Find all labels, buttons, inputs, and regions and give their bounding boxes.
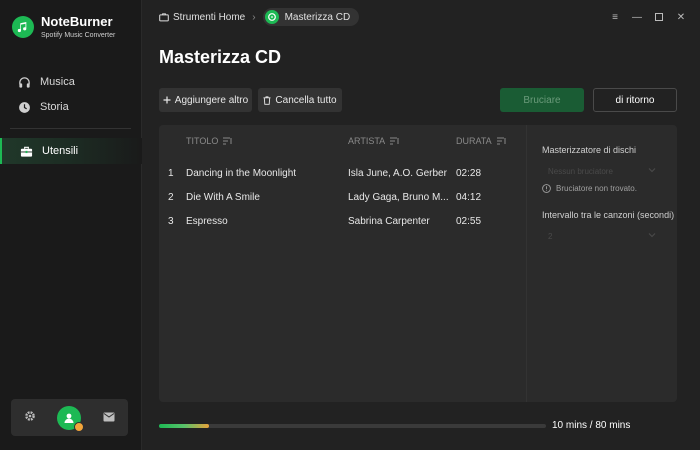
chevron-down-icon [648,166,656,174]
table-row[interactable]: 3 Espresso Sabrina Carpenter 02:55 [159,210,526,234]
track-table: TITOLO ARTISTA DURATA 1 Dancing in the M… [159,125,526,402]
column-title-label: TITOLO [186,136,219,146]
brand-name: NoteBurner [41,14,113,29]
window-controls: ≡ — ✕ [604,9,692,25]
sidebar-item-label: Utensili [42,145,79,157]
row-duration: 02:55 [456,216,482,227]
table-row[interactable]: 1 Dancing in the Moonlight Isla June, A.… [159,162,526,186]
gear-icon [24,409,36,427]
burner-label: Masterizzatore di dischi [542,145,637,155]
sidebar-divider [10,128,131,129]
sidebar-item-storia[interactable]: Storia [0,95,142,119]
capacity-progress-bar [159,424,546,428]
capacity-progress-fill [159,424,210,428]
brand-subtitle: Spotify Music Converter [41,32,116,39]
clock-icon [17,100,31,114]
breadcrumb-current: Masterizza CD [262,8,360,26]
row-duration: 02:28 [456,168,482,179]
track-panel: TITOLO ARTISTA DURATA 1 Dancing in the M… [159,125,677,402]
plus-icon [163,96,171,104]
sidebar-nav: Musica Storia [0,70,142,120]
sidebar-item-label: Storia [40,101,69,113]
noteburner-logo-icon [12,15,34,38]
sidebar-item-musica[interactable]: Musica [0,70,142,94]
row-index: 2 [168,192,174,203]
row-duration: 04:12 [456,192,482,203]
burner-select-value: Nessun bruciatore [548,166,613,176]
toolbox-icon [159,12,169,22]
column-artist-label: ARTISTA [348,136,386,146]
sidebar: NoteBurner Spotify Music Converter Music… [0,0,142,450]
clear-all-label: Cancella tutto [275,94,337,106]
toolbox-icon [19,144,33,158]
row-title: Dancing in the Moonlight [186,168,297,179]
row-index: 1 [168,168,174,179]
breadcrumb-parent[interactable]: Strumenti Home [173,12,245,23]
column-header-artist[interactable]: ARTISTA [348,136,399,146]
breadcrumb-current-label: Masterizza CD [284,11,351,23]
burn-settings: Masterizzatore di dischi Nessun bruciato… [527,125,677,402]
mail-icon [103,409,115,427]
burn-button[interactable]: Bruciare [500,88,584,112]
row-index: 3 [168,216,174,227]
sidebar-item-label: Musica [40,76,75,88]
headphones-icon [17,75,31,89]
badge-icon [74,421,85,432]
gap-select-value: 2 [548,231,553,241]
sort-icon [223,137,232,145]
sidebar-item-utensili[interactable]: Utensili [0,138,142,164]
breadcrumb: Strumenti Home › Masterizza CD [159,8,360,26]
gap-label: Intervallo tra le canzoni (secondi) [542,210,675,220]
maximize-icon[interactable] [648,9,670,25]
sidebar-bottom-bar [11,399,128,436]
capacity-progress-text: 10 mins / 80 mins [552,420,631,431]
trash-icon [263,95,271,105]
row-title: Espresso [186,216,228,227]
chevron-right-icon: › [252,11,256,23]
top-bar: Strumenti Home › Masterizza CD ≡ — ✕ [142,0,700,34]
burner-warning-text: Bruciatore non trovato. [556,184,637,193]
chevron-down-icon [648,231,656,239]
burner-warning: Bruciatore non trovato. [542,184,637,193]
info-icon [542,184,551,193]
add-more-button[interactable]: Aggiungere altro [159,88,252,112]
user-avatar[interactable] [57,405,85,432]
burner-select[interactable]: Nessun bruciatore [542,162,660,180]
column-duration-label: DURATA [456,136,492,146]
main-content: Strumenti Home › Masterizza CD ≡ — ✕ Mas… [142,0,700,450]
app-window: NoteBurner Spotify Music Converter Music… [0,0,700,450]
row-artist: Isla June, A.O. Gerber [348,168,447,179]
gap-select[interactable]: 2 [542,227,660,245]
cd-icon [264,10,279,24]
add-more-label: Aggiungere altro [174,94,249,106]
row-artist: Lady Gaga, Bruno M... [348,192,449,203]
menu-icon[interactable]: ≡ [604,9,626,25]
column-header-duration[interactable]: DURATA [456,136,506,146]
clear-all-button[interactable]: Cancella tutto [258,88,342,112]
column-header-title[interactable]: TITOLO [186,136,232,146]
sort-icon [496,137,506,145]
minimize-icon[interactable]: — [626,9,648,25]
mail-button[interactable] [99,408,119,428]
settings-button[interactable] [20,408,40,428]
table-row[interactable]: 2 Die With A Smile Lady Gaga, Bruno M...… [159,186,526,210]
sort-icon [390,137,399,145]
close-icon[interactable]: ✕ [670,9,692,25]
brand: NoteBurner Spotify Music Converter [12,14,115,39]
back-button[interactable]: di ritorno [593,88,677,112]
row-title: Die With A Smile [186,192,260,203]
row-artist: Sabrina Carpenter [348,216,430,227]
page-title: Masterizza CD [159,47,282,67]
